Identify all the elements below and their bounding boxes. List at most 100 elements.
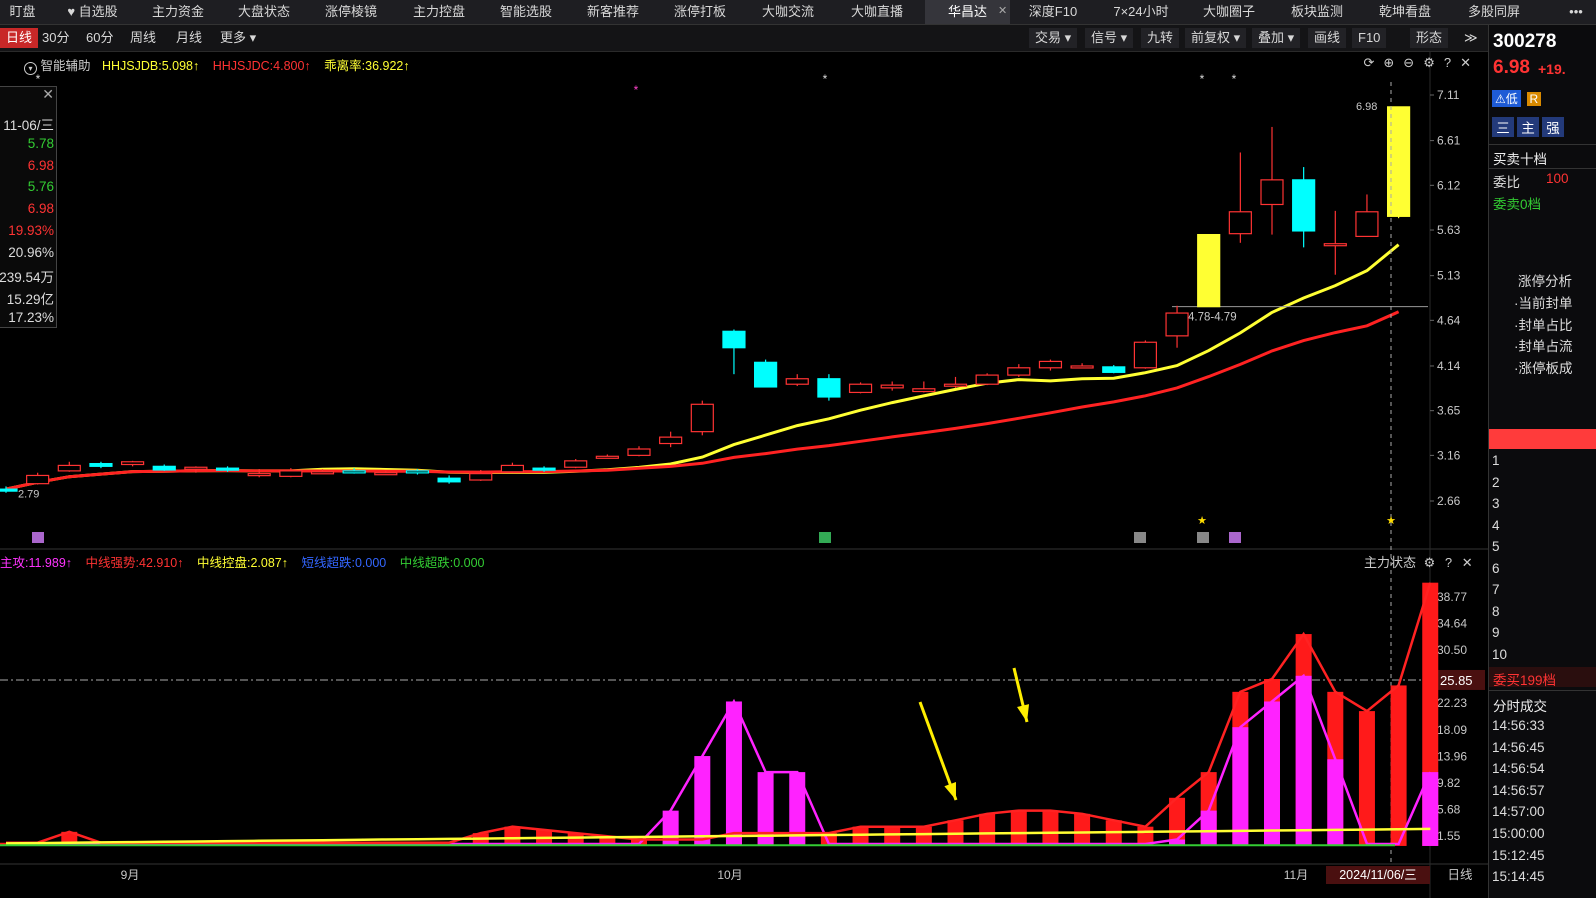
candle-body [722,330,746,349]
weibi-value: 100 [1546,171,1569,186]
top-tab[interactable]: 乾坤看盘 [1365,0,1445,24]
low-badge[interactable]: ⚠低 [1492,90,1521,107]
stock-code: 300278 [1493,31,1557,52]
toolbar-button[interactable]: 交易 ▾ [1029,28,1078,48]
help-icon[interactable]: ? [1444,55,1460,70]
sub-indicator-name[interactable]: 主力状态 [1364,555,1416,570]
period-button[interactable]: 60分 [80,28,119,48]
top-tab[interactable]: 7×24小时 [1101,0,1181,24]
toolbar-more-button[interactable]: ≫ [1458,28,1484,48]
top-tab[interactable]: 涨停打板 [660,0,740,24]
close-icon[interactable]: ✕ [1462,555,1473,570]
period-button[interactable]: 周线 [124,28,162,48]
period-button[interactable]: 月线 [170,28,208,48]
top-tab[interactable]: 大咖交流 [748,0,828,24]
sub-bar-red [1074,813,1091,846]
candle-body [848,383,873,394]
candle-body [184,466,208,470]
candle-body [1197,233,1221,308]
toolbar-button[interactable]: 前复权 ▾ [1185,28,1247,48]
trade-time: 15:00:00 [1492,826,1545,841]
mode-button[interactable]: 主 [1517,117,1539,137]
top-tab[interactable]: 主力控盘 [398,0,480,24]
trades-title[interactable]: 分时成交 [1493,695,1547,715]
toolbar-button[interactable]: 形态 [1410,28,1449,48]
candle-body [975,374,999,385]
sub-bar-magenta [1295,675,1312,846]
top-tab[interactable]: 大盘状态 [224,0,304,24]
candle-body [1165,312,1189,337]
main-indicator-legend[interactable]: ▾ 智能辅助 HHJSJDB:5.098↑ HHJSJDC:4.800↑ 乖离率… [24,55,410,75]
candle-body [1070,365,1094,369]
x-axis-label: 9月 [121,868,140,882]
limit-analysis-item: ·当前封单 [1514,296,1573,311]
top-tab[interactable]: 新客推荐 [573,0,653,24]
buy-level-row: 8 [1492,603,1500,619]
buy-level-row: 2 [1492,474,1500,490]
event-badge-icon [1229,532,1241,543]
limit-analysis-item: ·封单占比 [1514,317,1573,333]
minus-icon[interactable]: ⊖ [1403,55,1423,70]
toolbar-button[interactable]: 画线 [1308,28,1347,48]
price-axis-label: 3.16 [1437,448,1461,462]
toolbar-button[interactable]: F10 [1352,28,1387,48]
mode-button[interactable]: 三 [1492,117,1514,137]
toolbar-button[interactable]: 九转 [1141,28,1180,48]
sub-axis-label: 13.96 [1437,749,1467,763]
period-button[interactable]: 30分 [36,28,75,48]
badge-row: ⚠低 R [1492,90,1542,107]
sub-indicator-legend[interactable]: 主攻:11.989↑ 中线强势:42.910↑ 中线控盘:2.087↑ 短线超跌… [0,552,484,571]
warning-icon: ⚠ [1495,92,1506,106]
top-tab[interactable]: 智能选股 [486,0,566,24]
info-value: 239.54万 [0,270,54,286]
top-tab[interactable]: 深度F10 [1013,0,1093,24]
candle-body [26,474,50,485]
dropdown-icon[interactable]: ▾ [24,62,37,75]
r-badge[interactable]: R [1526,92,1542,106]
trade-time: 14:56:57 [1492,782,1545,798]
more-tabs-button[interactable]: ••• [1558,0,1594,24]
add-icon[interactable]: ⊕ [1383,55,1403,70]
period-button[interactable]: 日线 [0,28,39,48]
candle-body [374,472,398,476]
sub-bar-red [1390,685,1407,846]
top-tab[interactable]: 大咖直播 [836,0,918,24]
top-tab[interactable]: 涨停棱镜 [311,0,391,24]
top-tab[interactable]: 板块监测 [1277,0,1357,24]
sub-indicator-item: 短线超跌:0.000 [301,556,387,570]
candle-body [89,462,113,467]
sub-axis-label: 1.55 [1437,829,1461,843]
refresh-icon[interactable]: ⟳ [1363,55,1383,70]
candle-body [753,361,778,388]
price-axis-label: 4.14 [1437,359,1461,373]
sell-levels-summary: 委卖0档 [1493,197,1542,212]
toolbar-button[interactable]: 叠加 ▾ [1252,28,1301,48]
main-chart-controls: ⟳⊕⊖⚙?✕ [1363,55,1480,71]
candle-body [1102,366,1126,373]
gear-icon[interactable]: ⚙ [1424,555,1436,570]
candle-body [817,378,841,398]
candle-body [1007,367,1031,376]
top-tab[interactable]: 多股同屏 [1454,0,1534,24]
buy-level-row: 6 [1492,560,1500,576]
kline-chart[interactable]: 7.11 6.61 6.12 5.63 5.13 4.64 4.14 3.65 3.16 2.66… [0,52,1488,898]
mode-button[interactable]: 强 [1542,117,1564,137]
top-tab[interactable]: 盯盘 [0,0,45,24]
price-axis-label: 2.66 [1437,494,1461,508]
help-icon[interactable]: ? [1445,555,1452,570]
star-icon: ★ [1197,515,1207,527]
toolbar-button[interactable]: 信号 ▾ [1085,28,1134,48]
top-tab[interactable]: ♥ 自选股 [55,0,130,24]
gear-icon[interactable]: ⚙ [1423,55,1444,70]
close-icon[interactable]: ✕ [42,86,54,103]
sub-bar-magenta [1264,701,1280,846]
candle-body [310,471,335,475]
divider [1489,144,1596,145]
top-tab[interactable]: 大咖圈子 [1189,0,1269,24]
period-button[interactable]: 更多 ▾ [214,28,262,48]
close-icon[interactable]: ✕ [1460,55,1480,70]
order-book-title[interactable]: 买卖十档 [1493,148,1547,168]
close-tab-icon[interactable]: ✕ [998,4,1007,17]
info-value: 19.93% [8,222,54,238]
top-tab[interactable]: 主力资金 [138,0,218,24]
